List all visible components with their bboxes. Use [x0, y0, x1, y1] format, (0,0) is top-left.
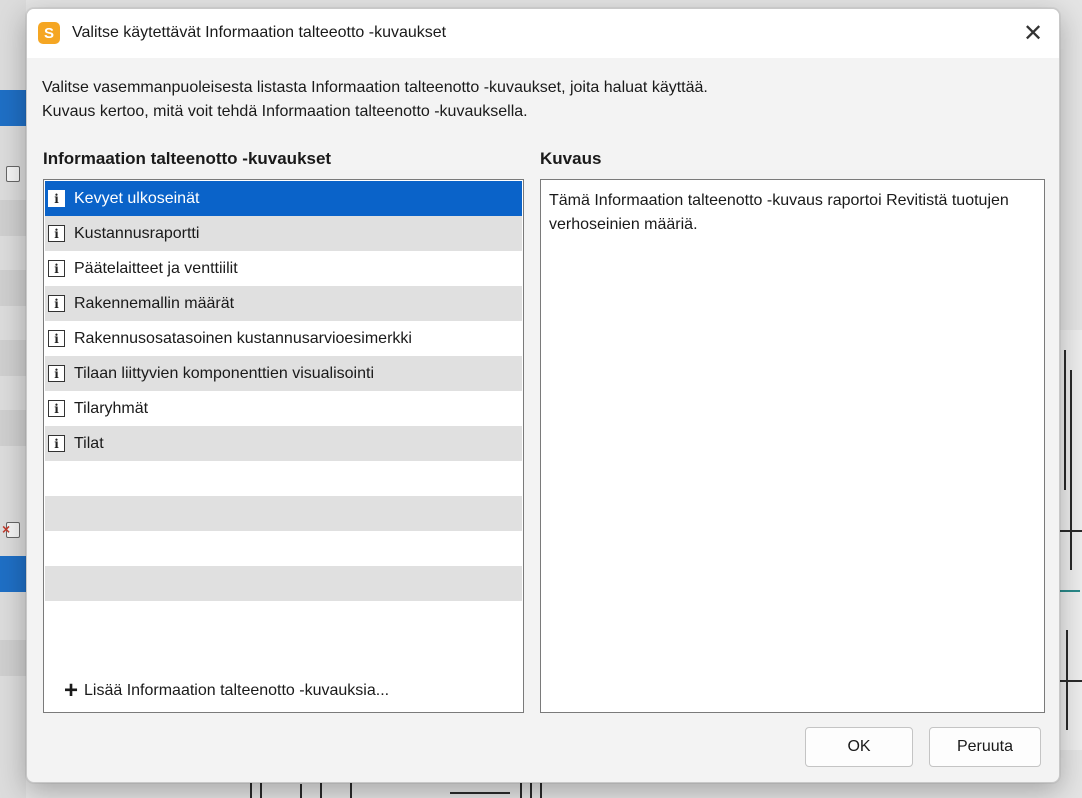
- empty-list-row: [45, 566, 522, 601]
- list-item-label: Tilat: [74, 434, 104, 452]
- list-item[interactable]: i Kevyet ulkoseinät: [45, 181, 522, 216]
- close-icon: ✕: [1022, 20, 1044, 47]
- list-item[interactable]: i Tilaan liittyvien komponenttien visual…: [45, 356, 522, 391]
- list-item-label: Kustannusraportti: [74, 224, 200, 242]
- description-pane-title: Kuvaus: [540, 149, 602, 168]
- instructions: Valitse vasemmanpuoleisesta listasta Inf…: [42, 76, 708, 124]
- background-row: [0, 640, 26, 676]
- list-item-label: Rakennemallin määrät: [74, 294, 235, 312]
- delete-icon: [2, 521, 20, 538]
- list-item-label: Rakennusosatasoinen kustannusarvioesimer…: [74, 329, 412, 347]
- info-icon: i: [48, 190, 65, 207]
- instructions-line-2: Kuvaus kertoo, mitä voit tehdä Informaat…: [42, 103, 528, 120]
- info-icon: i: [48, 260, 65, 277]
- instructions-line-1: Valitse vasemmanpuoleisesta listasta Inf…: [42, 79, 708, 96]
- add-descriptions-label: Lisää Informaation talteenotto -kuvauksi…: [84, 682, 390, 699]
- select-descriptions-dialog: S Valitse käytettävät Informaation talte…: [26, 8, 1060, 783]
- info-icon: i: [48, 365, 65, 382]
- list-item-label: Kevyet ulkoseinät: [74, 189, 200, 207]
- lock-icon: [6, 166, 20, 182]
- info-icon: i: [48, 330, 65, 347]
- title-bar: S Valitse käytettävät Informaation talte…: [27, 9, 1059, 58]
- add-descriptions-link[interactable]: + Lisää Informaation talteenotto -kuvauk…: [64, 677, 390, 704]
- list-item[interactable]: i Tilaryhmät: [45, 391, 522, 426]
- info-icon: i: [48, 295, 65, 312]
- list-item[interactable]: i Päätelaitteet ja venttiilit: [45, 251, 522, 286]
- list-item[interactable]: i Kustannusraportti: [45, 216, 522, 251]
- list-item-label: Tilaryhmät: [74, 399, 149, 417]
- description-text: Tämä Informaation talteenotto -kuvaus ra…: [549, 192, 1009, 233]
- background-left-panel: [0, 0, 26, 798]
- close-button[interactable]: ✕: [1007, 9, 1059, 58]
- cancel-button[interactable]: Peruuta: [929, 727, 1041, 767]
- description-list: i Kevyet ulkoseinät i Kustannusraportti …: [43, 179, 524, 713]
- background-row: [0, 340, 26, 376]
- background-selected-row: [0, 556, 26, 592]
- list-item[interactable]: i Rakennemallin määrät: [45, 286, 522, 321]
- background-row: [0, 410, 26, 446]
- empty-list-row: [45, 496, 522, 531]
- info-icon: i: [48, 225, 65, 242]
- list-item-label: Tilaan liittyvien komponenttien visualis…: [74, 364, 374, 382]
- app-logo-icon: S: [38, 22, 60, 44]
- dialog-title: Valitse käytettävät Informaation talteeo…: [72, 24, 447, 41]
- list-item-label: Päätelaitteet ja venttiilit: [74, 259, 238, 277]
- empty-list-row: [45, 461, 522, 496]
- list-item[interactable]: i Rakennusosatasoinen kustannusarvioesim…: [45, 321, 522, 356]
- list-item[interactable]: i Tilat: [45, 426, 522, 461]
- background-row: [0, 200, 26, 236]
- info-icon: i: [48, 435, 65, 452]
- description-box: Tämä Informaation talteenotto -kuvaus ra…: [540, 179, 1045, 713]
- list-pane-title: Informaation talteenotto -kuvaukset: [43, 149, 332, 168]
- ok-button[interactable]: OK: [805, 727, 913, 767]
- background-selected-row: [0, 90, 26, 126]
- plus-icon: +: [64, 677, 79, 704]
- info-icon: i: [48, 400, 65, 417]
- empty-list-row: [45, 531, 522, 566]
- background-row: [0, 270, 26, 306]
